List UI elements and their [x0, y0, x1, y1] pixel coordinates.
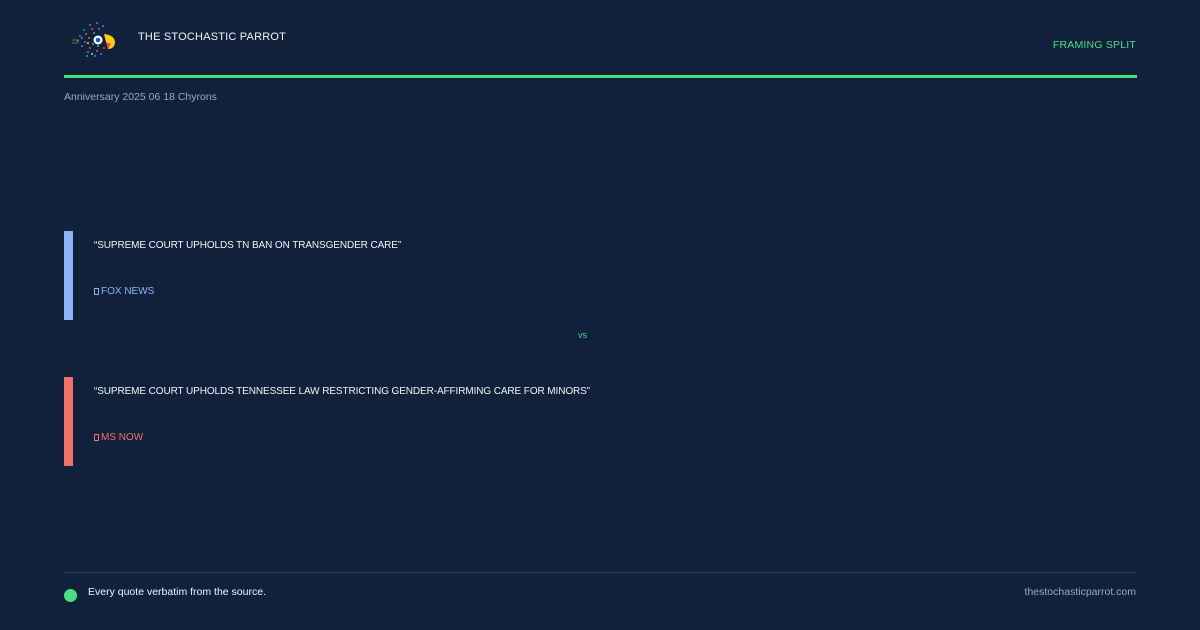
quote-text: “SUPREME COURT UPHOLDS TN BAN ON TRANSGE… — [94, 240, 402, 251]
quote-accent-bar — [64, 377, 73, 466]
quote-text: “SUPREME COURT UPHOLDS TENNESSEE LAW RES… — [94, 386, 590, 397]
quote-card-ms-now: “SUPREME COURT UPHOLDS TENNESSEE LAW RES… — [64, 377, 684, 466]
versus-label: vs — [578, 330, 587, 340]
status-dot-icon — [64, 589, 77, 602]
brand-name: THE STOCHASTIC PARROT — [138, 31, 287, 43]
tv-icon — [94, 288, 99, 295]
quote-source: MS NOW — [94, 432, 143, 443]
quote-source-label: MS NOW — [101, 432, 144, 443]
footer-note: Every quote verbatim from the source. — [88, 586, 266, 598]
quote-accent-bar — [64, 231, 73, 320]
page-subtitle: Anniversary 2025 06 18 Chyrons — [64, 91, 217, 103]
quote-card-fox-news: “SUPREME COURT UPHOLDS TN BAN ON TRANSGE… — [64, 231, 684, 320]
parrot-logo-icon — [72, 22, 115, 57]
category-tag: FRAMING SPLIT — [1052, 39, 1136, 51]
header-divider — [64, 75, 1137, 78]
tv-icon — [94, 434, 99, 441]
quote-source-label: FOX NEWS — [101, 286, 155, 297]
footer-divider — [64, 572, 1137, 573]
site-link[interactable]: thestochasticparrot.com — [1025, 586, 1136, 598]
quote-source: FOX NEWS — [94, 286, 154, 297]
